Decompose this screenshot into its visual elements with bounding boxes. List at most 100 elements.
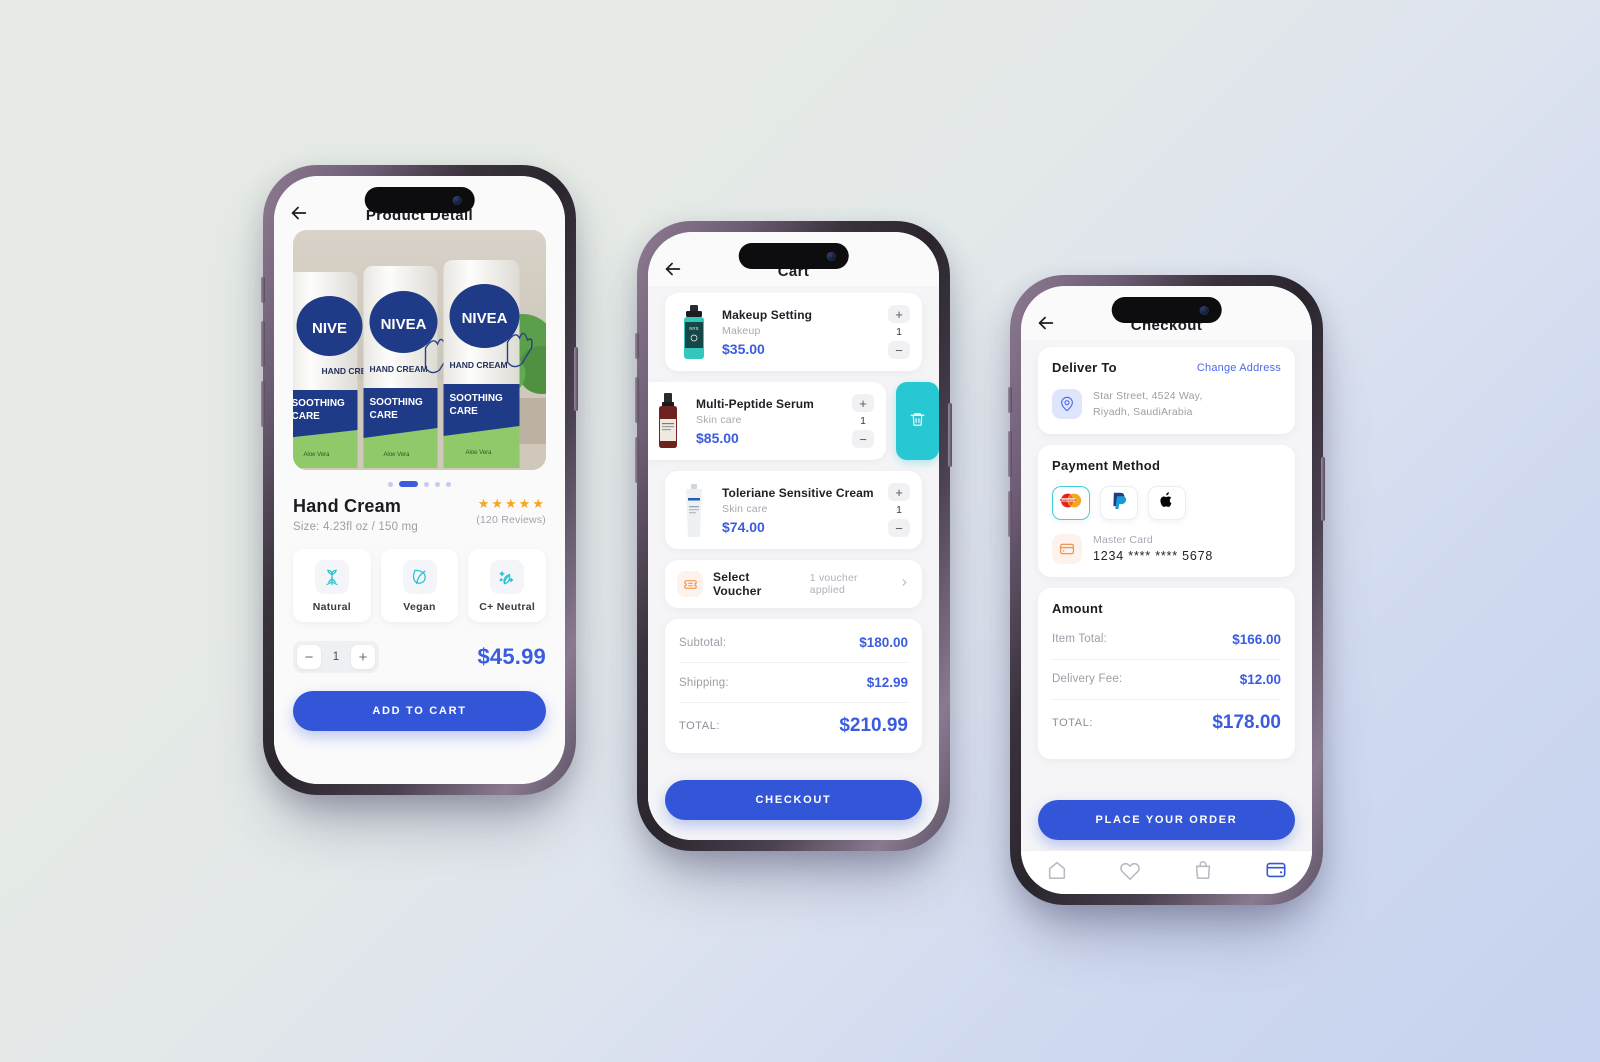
add-to-cart-button[interactable]: ADD TO CART — [293, 691, 546, 731]
credit-card-icon — [1052, 533, 1082, 564]
tab-home[interactable] — [1046, 859, 1068, 886]
decrease-quantity-button[interactable]: − — [888, 519, 910, 537]
carousel-dot[interactable] — [435, 481, 440, 487]
card-kind: Master Card — [1093, 534, 1153, 547]
amount-row-delivery-fee: Delivery Fee: $12.00 — [1052, 660, 1281, 700]
increase-quantity-button[interactable]: + — [888, 305, 910, 323]
cart-screen: Cart NYX Makeup Setting Makeup $35.00 + — [648, 232, 939, 840]
quantity-decrease-button[interactable]: − — [297, 645, 321, 669]
tab-bag[interactable] — [1192, 861, 1214, 884]
product-summary: Hand Cream Size: 4.23fl oz / 150 mg ★★★★… — [293, 496, 546, 533]
map-pin-icon — [1052, 389, 1082, 420]
row-value: $180.00 — [859, 635, 908, 650]
volume-down-button[interactable] — [261, 381, 265, 427]
checkout-button[interactable]: CHECKOUT — [665, 780, 922, 820]
tab-payment[interactable] — [1265, 862, 1287, 884]
silent-switch[interactable] — [261, 277, 265, 303]
cart-item-price: $85.00 — [696, 429, 739, 446]
row-value: $178.00 — [1212, 711, 1281, 733]
product-thumbnail: NYX — [677, 304, 711, 360]
payment-option-mastercard[interactable]: MasterCard — [1052, 485, 1090, 520]
product-image-carousel[interactable]: NIVE HAND CREAM SOOTHING CARE Aloe Vera … — [293, 230, 546, 470]
volume-up-button[interactable] — [635, 377, 639, 423]
carousel-dot[interactable] — [446, 481, 451, 487]
power-button[interactable] — [574, 347, 578, 411]
carousel-dots[interactable] — [293, 470, 546, 496]
bottom-tab-bar — [1021, 850, 1312, 894]
carousel-dot[interactable] — [424, 481, 429, 487]
amount-row-item-total: Item Total: $166.00 — [1052, 620, 1281, 660]
product-size: Size: 4.23fl oz / 150 mg — [293, 521, 418, 533]
amount-row-total: TOTAL: $178.00 — [1052, 700, 1281, 746]
cart-item-row[interactable]: NYX Makeup Setting Makeup $35.00 + 1 − — [665, 293, 922, 371]
cart-item-quantity-stepper[interactable]: + 1 − — [888, 305, 910, 359]
svg-text:MasterCard: MasterCard — [1060, 497, 1076, 501]
checkout-screen: Checkout Deliver To Change Address Star … — [1021, 286, 1312, 894]
badge-natural[interactable]: Natural — [293, 549, 371, 622]
silent-switch[interactable] — [1008, 387, 1012, 413]
cart-item-quantity-stepper[interactable]: + 1 − — [852, 394, 874, 448]
carousel-dot-active[interactable] — [399, 481, 418, 487]
tab-favorites[interactable] — [1119, 862, 1141, 884]
payment-options: MasterCard — [1052, 485, 1281, 520]
power-button[interactable] — [948, 403, 952, 467]
quantity-increase-button[interactable]: + — [351, 645, 375, 669]
leaf-icon — [402, 560, 437, 594]
voucher-status-group: 1 voucher applied — [810, 572, 910, 596]
change-address-link[interactable]: Change Address — [1197, 362, 1281, 374]
svg-text:NIVEA: NIVEA — [381, 316, 427, 333]
payment-option-paypal[interactable] — [1100, 485, 1138, 520]
voucher-label: Select Voucher — [713, 570, 762, 598]
delete-item-button[interactable] — [896, 382, 939, 460]
volume-down-button[interactable] — [635, 437, 639, 483]
badge-vegan[interactable]: Vegan — [380, 549, 459, 622]
checkout-content: Deliver To Change Address Star Street, 4… — [1021, 340, 1312, 894]
cart-item-quantity-stepper[interactable]: + 1 − — [888, 483, 910, 537]
silent-switch[interactable] — [635, 333, 639, 359]
quantity-stepper[interactable]: − 1 + — [293, 641, 379, 673]
payment-method-card: Payment Method MasterCard Master Card 12… — [1038, 444, 1295, 577]
decrease-quantity-button[interactable]: − — [888, 341, 910, 359]
cart-footer: CHECKOUT — [648, 766, 939, 840]
place-order-button[interactable]: PLACE YOUR ORDER — [1038, 800, 1295, 840]
increase-quantity-button[interactable]: + — [888, 483, 910, 501]
payment-option-apple-pay[interactable] — [1148, 485, 1186, 520]
svg-text:SOOTHING: SOOTHING — [293, 398, 345, 409]
volume-down-button[interactable] — [1008, 491, 1012, 537]
power-button[interactable] — [1321, 457, 1325, 521]
amount-rows: Item Total: $166.00 Delivery Fee: $12.00… — [1052, 620, 1281, 746]
svg-text:CARE: CARE — [450, 406, 479, 417]
svg-text:CARE: CARE — [370, 410, 399, 421]
cart-item-name: Toleriane Sensitive Cream — [722, 485, 874, 500]
quantity-value: 1 — [332, 651, 340, 663]
volume-up-button[interactable] — [261, 321, 265, 367]
cart-item-row[interactable]: Toleriane Sensitive Cream Skin care $74.… — [665, 471, 922, 549]
section-title: Payment Method — [1052, 457, 1161, 473]
cart-item-row-swiped[interactable]: Multi-Peptide Serum Skin care $85.00 + 1… — [648, 382, 939, 460]
credit-card-icon — [1265, 859, 1287, 886]
carousel-dot[interactable] — [388, 481, 393, 487]
product-badges: Natural Vegan C+ Neutral — [293, 549, 547, 622]
product-name: Hand Cream — [293, 496, 402, 516]
sparkle-plant-icon — [490, 560, 525, 594]
increase-quantity-button[interactable]: + — [852, 394, 874, 412]
row-label: Shipping: — [679, 676, 729, 689]
saved-card-row[interactable]: Master Card 1234 **** **** 5678 — [1052, 533, 1281, 564]
svg-text:SOOTHING: SOOTHING — [450, 393, 504, 404]
row-label: Subtotal: — [679, 636, 727, 649]
card-number: 1234 **** **** 5678 — [1093, 549, 1214, 564]
arrow-left-icon[interactable] — [662, 258, 684, 280]
home-icon — [1046, 859, 1068, 886]
row-label: Item Total: — [1052, 633, 1108, 646]
arrow-left-icon[interactable] — [1035, 312, 1057, 334]
row-value: $12.99 — [866, 675, 908, 690]
select-voucher-row[interactable]: Select Voucher 1 voucher applied — [665, 560, 922, 608]
arrow-left-icon[interactable] — [288, 202, 310, 224]
volume-up-button[interactable] — [1008, 431, 1012, 477]
svg-text:HAND CREAM: HAND CREAM — [450, 360, 508, 370]
svg-text:Aloe Vera: Aloe Vera — [466, 450, 493, 456]
decrease-quantity-button[interactable]: − — [852, 430, 874, 448]
review-count: (120 Reviews) — [476, 514, 546, 526]
badge-c-neutral[interactable]: C+ Neutral — [468, 549, 547, 622]
svg-text:NIVE: NIVE — [312, 320, 347, 337]
